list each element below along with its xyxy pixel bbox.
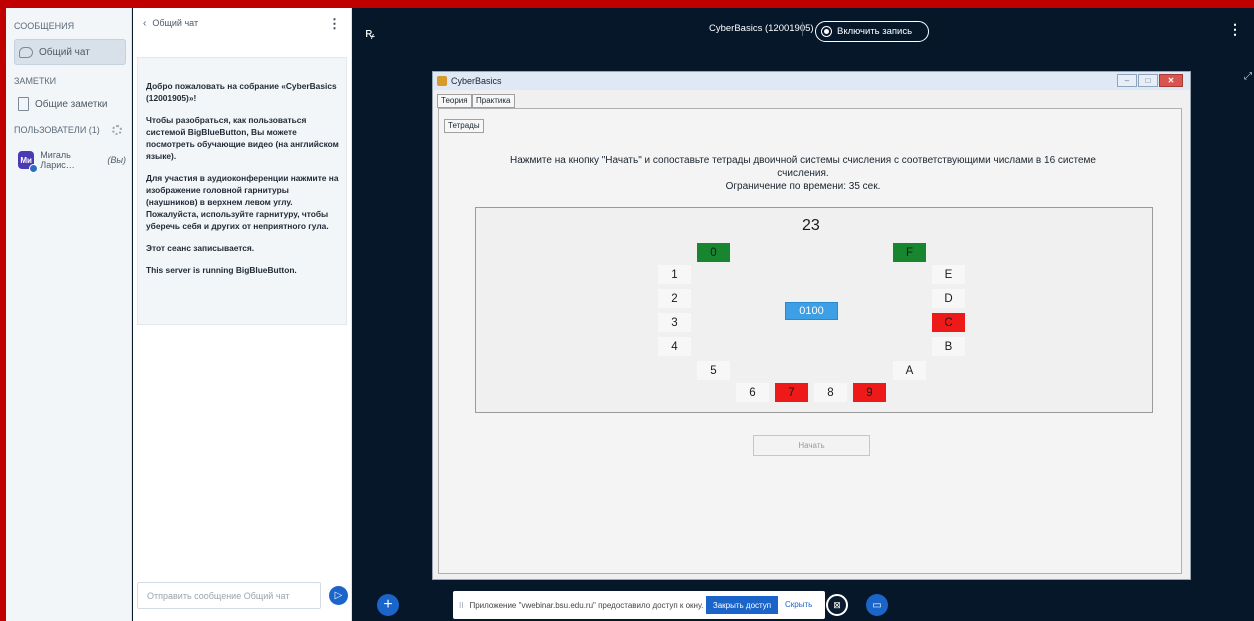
window-controls: – □ ✕ <box>1117 74 1183 87</box>
users-header: ПОЛЬЗОВАТЕЛИ (1) <box>14 125 100 135</box>
hex-cell-4[interactable]: 4 <box>658 337 691 356</box>
chat-panel: ‹ Общий чат ⋮ Добро пожаловать на собран… <box>133 8 352 621</box>
tab-theory[interactable]: Теория <box>437 94 472 108</box>
camera-off-icon: ⊠ <box>833 599 841 610</box>
record-label: Включить запись <box>837 26 913 37</box>
user-list-panel: СООБЩЕНИЯ Общий чат ЗАМЕТКИ Общие заметк… <box>6 8 132 621</box>
instruction-line-2: Ограничение по времени: 35 сек. <box>725 181 881 192</box>
fullscreen-icon[interactable]: ⤢ <box>1244 71 1252 82</box>
chat-options-kebab-icon[interactable]: ⋮ <box>328 16 341 32</box>
hex-cell-b[interactable]: B <box>932 337 965 356</box>
hide-link[interactable]: Скрыть <box>785 600 812 609</box>
welcome-line-2: Чтобы разобраться, как пользоваться сист… <box>146 115 339 161</box>
camera-button[interactable]: ⊠ <box>826 594 848 616</box>
welcome-line-3: Для участия в аудиоконференции нажмите н… <box>146 173 339 231</box>
screen-share-notification: II Приложение "vwebinar.bsu.edu.ru" пред… <box>453 591 825 619</box>
user-you-suffix: (Вы) <box>107 155 126 165</box>
welcome-message: Добро пожаловать на собрание «CyberBasic… <box>137 57 347 325</box>
hex-cell-f[interactable]: F <box>893 243 926 262</box>
screen-share-icon: ▭ <box>872 599 882 611</box>
chat-header[interactable]: ‹ Общий чат <box>133 8 352 38</box>
window-title: CyberBasics <box>451 76 502 86</box>
options-kebab-icon[interactable]: ⋮ <box>1228 21 1242 38</box>
notes-header: ЗАМЕТКИ <box>14 76 57 86</box>
divider <box>802 22 803 36</box>
hex-cell-5[interactable]: 5 <box>697 361 730 380</box>
record-button[interactable]: Включить запись <box>815 21 929 42</box>
hex-cell-1[interactable]: 1 <box>658 265 691 284</box>
hex-cell-9[interactable]: 9 <box>853 383 886 402</box>
close-icon[interactable]: ✕ <box>1159 74 1183 87</box>
actions-plus-button[interactable]: + <box>377 594 399 616</box>
meeting-title: CyberBasics (12001905) <box>709 23 814 34</box>
avatar: Ми <box>18 151 39 173</box>
user-name: Мигаль Ларис… <box>40 150 75 170</box>
user-list-item[interactable]: Ми Мигаль Ларис… (Вы) <box>14 147 126 173</box>
notes-icon <box>18 97 29 111</box>
share-message: Приложение "vwebinar.bsu.edu.ru" предост… <box>469 600 704 610</box>
stop-sharing-button[interactable]: Закрыть доступ <box>706 596 778 614</box>
welcome-line-4: Этот сеанс записывается. <box>146 243 255 253</box>
window-titlebar: CyberBasics – □ ✕ <box>433 72 1190 90</box>
presentation-area: ꝶ CyberBasics (12001905) Включить запись… <box>353 8 1254 621</box>
app-icon <box>437 76 447 86</box>
target-number: 23 <box>802 217 820 234</box>
chat-title: Общий чат <box>152 18 199 28</box>
shared-notes-item[interactable]: Общие заметки <box>14 91 126 117</box>
hex-cell-8[interactable]: 8 <box>814 383 847 402</box>
chat-icon <box>19 46 33 58</box>
tab-practice[interactable]: Практика <box>472 94 515 108</box>
welcome-line-1: Добро пожаловать на собрание «CyberBasic… <box>146 81 337 103</box>
messages-header: СООБЩЕНИЯ <box>14 21 75 31</box>
hex-cell-2[interactable]: 2 <box>658 289 691 308</box>
hex-cell-7[interactable]: 7 <box>775 383 808 402</box>
bbb-app: СООБЩЕНИЯ Общий чат ЗАМЕТКИ Общие заметк… <box>6 8 1254 621</box>
tab-tetrads[interactable]: Тетрады <box>444 119 484 133</box>
public-chat-item[interactable]: Общий чат <box>14 39 126 65</box>
presenter-dot-icon <box>29 164 39 173</box>
hex-cell-d[interactable]: D <box>932 289 965 308</box>
user-toggle-icon[interactable]: ꝶ <box>365 23 375 41</box>
shared-app-window: CyberBasics – □ ✕ Теория Практика Тетрад… <box>432 71 1191 580</box>
maximize-icon[interactable]: □ <box>1138 74 1158 87</box>
record-icon <box>821 26 832 37</box>
screen-share-button[interactable]: ▭ <box>866 594 888 616</box>
binary-tetrad[interactable]: 0100 <box>785 302 838 320</box>
start-button[interactable]: Начать <box>753 435 870 456</box>
public-chat-label: Общий чат <box>39 46 90 58</box>
instruction-line-1: Нажмите на кнопку "Начать" и сопоставьте… <box>510 155 1096 179</box>
hex-cell-6[interactable]: 6 <box>736 383 769 402</box>
hex-cell-e[interactable]: E <box>932 265 965 284</box>
pause-icon: II <box>459 600 464 610</box>
plus-icon: + <box>383 596 393 613</box>
shared-notes-label: Общие заметки <box>35 98 108 110</box>
hex-cell-a[interactable]: A <box>893 361 926 380</box>
back-chevron-icon[interactable]: ‹ <box>143 18 146 29</box>
gear-icon[interactable] <box>112 125 122 135</box>
hex-cell-0[interactable]: 0 <box>697 243 730 262</box>
send-icon: ▷ <box>334 590 343 601</box>
welcome-line-5: This server is running BigBlueButton. <box>146 265 297 275</box>
hex-cell-3[interactable]: 3 <box>658 313 691 332</box>
hex-cell-c[interactable]: C <box>932 313 965 332</box>
instruction-text: Нажмите на кнопку "Начать" и сопоставьте… <box>483 154 1123 193</box>
send-button[interactable]: ▷ <box>329 586 348 605</box>
minimize-icon[interactable]: – <box>1117 74 1137 87</box>
chat-message-input[interactable]: Отправить сообщение Общий чат <box>137 582 321 609</box>
